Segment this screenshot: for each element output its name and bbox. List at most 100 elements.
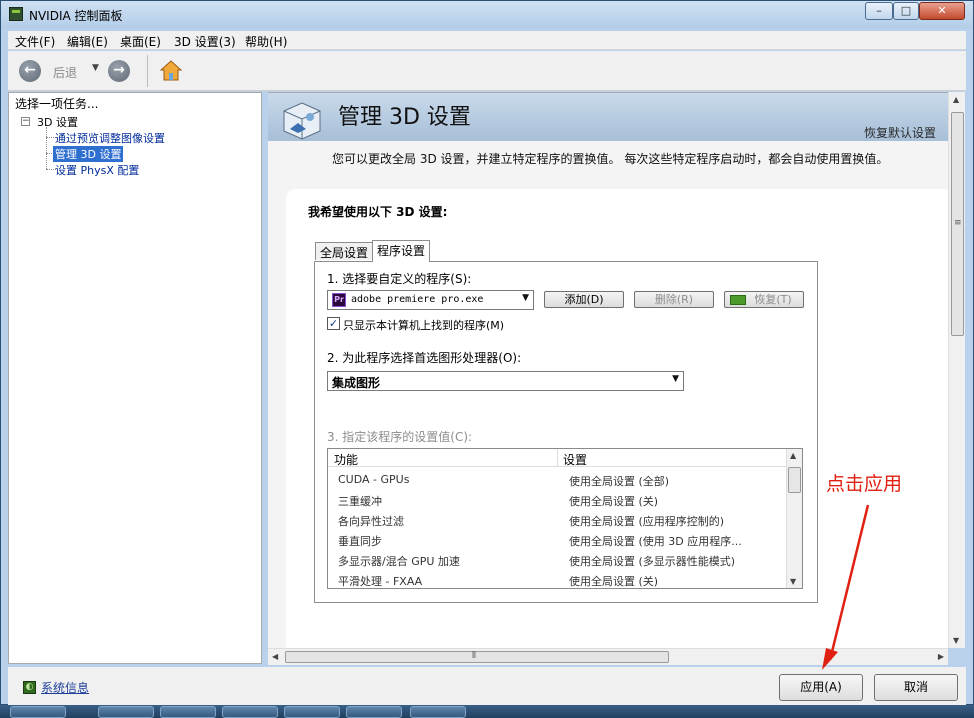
restore-program-button[interactable]: 恢复(T) — [724, 291, 804, 308]
page-header: 管理 3D 设置 恢复默认设置 — [268, 93, 948, 141]
main-content: 管理 3D 设置 恢复默认设置 您可以更改全局 3D 设置，并建立特定程序的置换… — [268, 92, 948, 648]
program-settings-panel: 1. 选择要自定义的程序(S): Pr adobe premiere pro.e… — [314, 261, 818, 603]
table-row[interactable]: 垂直同步 使用全局设置 (使用 3D 应用程序... — [328, 530, 787, 550]
scroll-down-icon[interactable]: ▼ — [790, 577, 796, 586]
bottom-bar: ◐ 系统信息 应用(A) 取消 — [8, 667, 966, 705]
taskbar-app-button[interactable] — [160, 706, 216, 718]
sidebar-item-physx[interactable]: 设置 PhysX 配置 — [55, 162, 139, 178]
row-feature: 三重缓冲 — [338, 495, 382, 508]
settings-list: 功能 设置 CUDA - GPUs 使用全局设置 (全部) 三重缓冲 使用全局设… — [327, 448, 803, 589]
program-select-value: adobe premiere pro.exe — [351, 294, 484, 305]
row-setting: 使用全局设置 (应用程序控制的) — [569, 515, 725, 528]
row-setting: 使用全局设置 (关) — [569, 575, 659, 588]
content-horizontal-scrollbar[interactable]: ◀ ⦀ ▶ — [268, 648, 948, 665]
column-header-setting[interactable]: 设置 — [563, 451, 587, 468]
taskbar-app-button[interactable] — [284, 706, 340, 718]
row-setting: 使用全局设置 (多显示器性能模式) — [569, 555, 736, 568]
toolbar-separator — [147, 55, 148, 87]
scroll-down-icon[interactable]: ▼ — [953, 636, 959, 645]
remove-program-button[interactable]: 删除(R) — [634, 291, 714, 308]
only-local-programs-checkbox[interactable]: ✓ — [327, 317, 340, 330]
row-feature: 各向异性过滤 — [338, 515, 404, 528]
scroll-up-icon[interactable]: ▲ — [953, 95, 959, 104]
list-scrollbar[interactable]: ▲ ▼ — [786, 449, 802, 588]
chevron-down-icon: ▼ — [672, 374, 679, 384]
row-feature: 垂直同步 — [338, 535, 382, 548]
table-row[interactable]: 三重缓冲 使用全局设置 (关) — [328, 490, 787, 510]
system-info-link[interactable]: 系统信息 — [41, 679, 89, 696]
taskbar-app-button[interactable] — [98, 706, 154, 718]
add-program-button[interactable]: 添加(D) — [544, 291, 624, 308]
tab-global-settings[interactable]: 全局设置 — [315, 242, 374, 260]
task-label: 选择一项任务... — [15, 97, 99, 111]
premiere-pro-icon: Pr — [332, 293, 346, 307]
nvidia-logo-icon — [730, 295, 746, 305]
table-row[interactable]: 多显示器/混合 GPU 加速 使用全局设置 (多显示器性能模式) — [328, 550, 787, 570]
taskbar — [0, 705, 974, 718]
scroll-right-icon[interactable]: ▶ — [938, 652, 944, 661]
settings-card: 我希望使用以下 3D 设置: 全局设置 程序设置 1. 选择要自定义的程序(S)… — [286, 189, 948, 648]
taskbar-app-button[interactable] — [10, 706, 66, 718]
menu-3d-settings[interactable]: 3D 设置(3) — [174, 33, 236, 50]
only-local-programs-label[interactable]: 只显示本计算机上找到的程序(M) — [343, 317, 504, 333]
menu-file[interactable]: 文件(F) — [15, 33, 55, 50]
scroll-left-icon[interactable]: ◀ — [272, 652, 278, 661]
toolbar: ← 后退 ▼ → — [8, 51, 966, 91]
list-scroll-thumb[interactable] — [788, 467, 801, 493]
table-row[interactable]: 各向异性过滤 使用全局设置 (应用程序控制的) — [328, 510, 787, 530]
table-row[interactable]: 平滑处理 - FXAA 使用全局设置 (关) — [328, 570, 787, 588]
row-setting: 使用全局设置 (使用 3D 应用程序... — [569, 535, 742, 548]
column-header-feature[interactable]: 功能 — [334, 451, 358, 468]
nvidia-app-icon — [9, 7, 23, 21]
step2-label: 2. 为此程序选择首选图形处理器(O): — [327, 351, 522, 365]
scroll-up-icon[interactable]: ▲ — [790, 451, 796, 460]
taskbar-app-button[interactable] — [410, 706, 466, 718]
back-label[interactable]: 后退 — [53, 64, 77, 81]
tree-root-3d-settings[interactable]: 3D 设置 — [37, 114, 78, 130]
content-scroll-thumb[interactable]: ≡ — [951, 112, 964, 336]
menu-edit[interactable]: 编辑(E) — [67, 33, 108, 50]
restore-defaults-link[interactable]: 恢复默认设置 — [864, 124, 936, 141]
apply-button[interactable]: 应用(A) — [779, 674, 863, 701]
chevron-down-icon: ▼ — [522, 293, 529, 303]
forward-arrow-icon[interactable]: → — [108, 60, 130, 82]
page-description: 您可以更改全局 3D 设置，并建立特定程序的置换值。 每次这些特定程序启动时，都… — [332, 152, 889, 166]
grip-icon: ⦀ — [472, 651, 476, 661]
back-arrow-icon[interactable]: ← — [19, 60, 41, 82]
taskbar-app-button[interactable] — [222, 706, 278, 718]
content-vertical-scrollbar[interactable]: ▲ ≡ ▼ — [948, 92, 965, 648]
step1-label: 1. 选择要自定义的程序(S): — [327, 272, 472, 286]
back-dropdown-icon[interactable]: ▼ — [92, 63, 99, 73]
content-hscroll-thumb[interactable]: ⦀ — [285, 651, 669, 663]
column-divider — [557, 449, 558, 467]
taskbar-app-button[interactable] — [346, 706, 402, 718]
tab-program-settings[interactable]: 程序设置 — [372, 240, 431, 262]
nvidia-info-icon: ◐ — [23, 681, 36, 694]
title-bar: NVIDIA 控制面板 – □ ✕ — [1, 1, 973, 29]
menu-help[interactable]: 帮助(H) — [245, 33, 287, 50]
maximize-button[interactable]: □ — [893, 2, 919, 20]
row-setting: 使用全局设置 (全部) — [569, 475, 670, 488]
close-button[interactable]: ✕ — [919, 2, 965, 20]
sidebar-item-manage-3d[interactable]: 管理 3D 设置 — [53, 146, 124, 162]
graphics-processor-value: 集成图形 — [332, 376, 381, 390]
tree-collapse-icon[interactable]: − — [21, 117, 30, 126]
sidebar-item-preview-image[interactable]: 通过预览调整图像设置 — [55, 130, 165, 146]
program-select[interactable]: Pr adobe premiere pro.exe ▼ — [327, 290, 534, 310]
table-row[interactable]: CUDA - GPUs 使用全局设置 (全部) — [328, 470, 787, 490]
grip-icon: ≡ — [954, 218, 962, 228]
cancel-button[interactable]: 取消 — [874, 674, 958, 701]
row-feature: CUDA - GPUs — [338, 473, 410, 486]
step3-label: 3. 指定该程序的设置值(C): — [327, 430, 473, 444]
tree-connector — [46, 127, 47, 169]
page-title: 管理 3D 设置 — [338, 105, 471, 130]
home-icon[interactable] — [159, 59, 183, 83]
menu-desktop[interactable]: 桌面(E) — [120, 33, 161, 50]
nvidia-control-panel-window: NVIDIA 控制面板 – □ ✕ 文件(F) 编辑(E) 桌面(E) 3D 设… — [0, 0, 974, 705]
minimize-button[interactable]: – — [865, 2, 893, 20]
graphics-processor-select[interactable]: 集成图形 ▼ — [327, 371, 684, 391]
list-header: 功能 设置 — [328, 449, 787, 467]
annotation-label: 点击应用 — [826, 473, 903, 495]
row-setting: 使用全局设置 (关) — [569, 495, 659, 508]
window-title: NVIDIA 控制面板 — [29, 9, 123, 23]
